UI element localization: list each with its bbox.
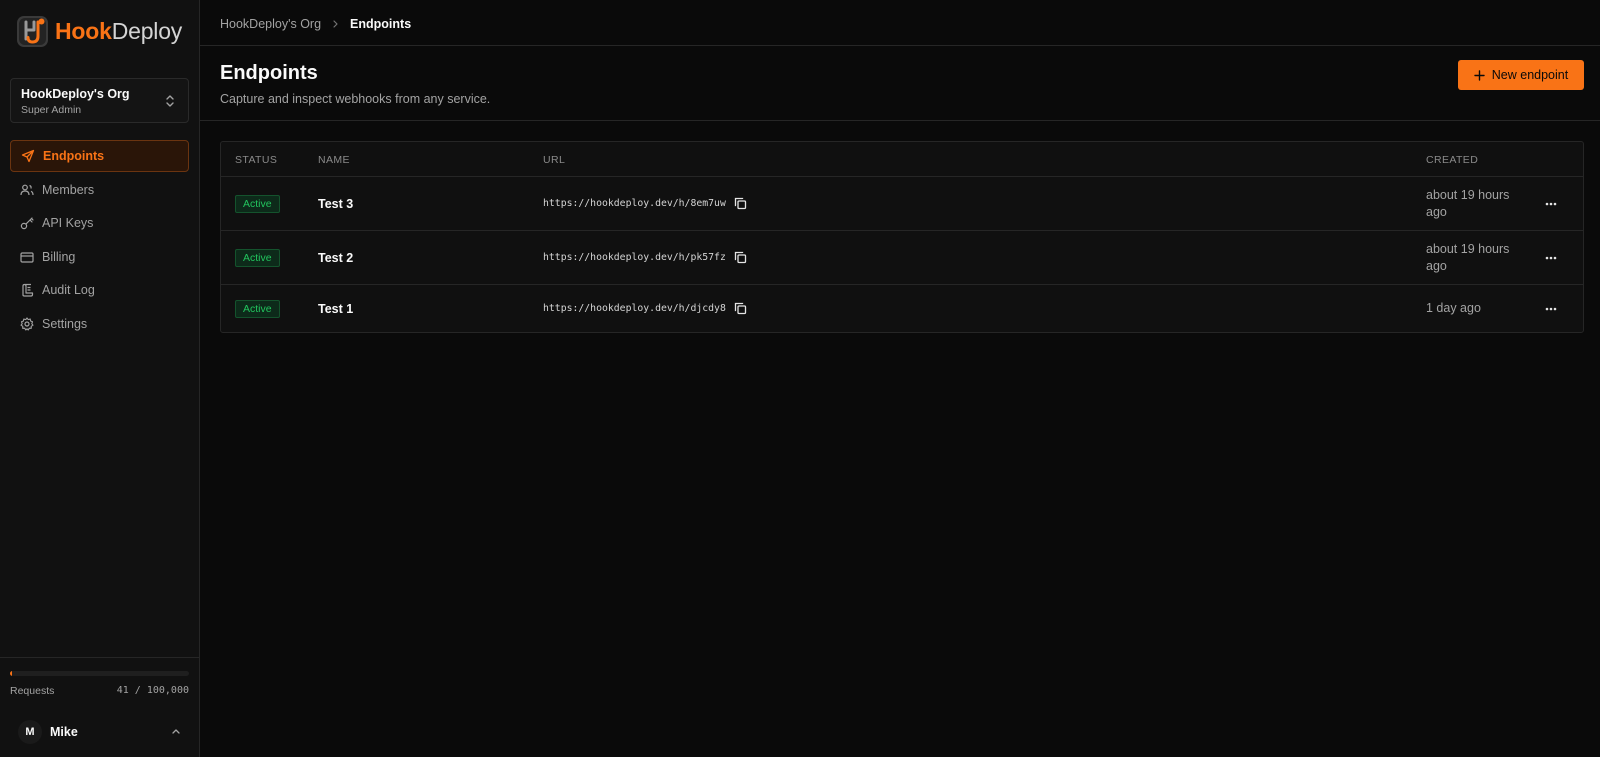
hookdeploy-logo-icon [17, 15, 48, 47]
breadcrumb: HookDeploy's Org Endpoints [220, 17, 411, 31]
endpoints-table: STATUS NAME URL CREATED Active Test 3 ht… [220, 141, 1584, 333]
usage-count: 41 / 100,000 [116, 685, 189, 696]
sidebar-item-label: Endpoints [43, 149, 105, 163]
endpoint-name[interactable]: Test 2 [318, 251, 353, 265]
breadcrumb-org-link[interactable]: HookDeploy's Org [220, 17, 321, 31]
send-icon [21, 149, 35, 163]
created-at: about 19 hours ago [1426, 242, 1510, 273]
chevron-right-icon [332, 19, 339, 29]
sidebar-nav: Endpoints Members API Keys Billing Audit… [10, 140, 189, 341]
chevrons-up-down-icon [166, 95, 174, 107]
created-at: 1 day ago [1426, 301, 1481, 315]
copy-icon[interactable] [734, 302, 747, 315]
created-at: about 19 hours ago [1426, 188, 1510, 219]
usage-meter: Requests 41 / 100,000 [10, 671, 189, 697]
status-badge: Active [235, 195, 280, 213]
status-badge: Active [235, 249, 280, 267]
chevron-up-icon [172, 729, 180, 734]
sidebar-item-billing[interactable]: Billing [10, 241, 189, 273]
copy-icon[interactable] [734, 251, 747, 264]
endpoint-url-text: https://hookdeploy.dev/h/8em7uw [543, 198, 726, 209]
usage-progress-fill [10, 671, 12, 676]
page-title: Endpoints [220, 62, 318, 84]
new-endpoint-button[interactable]: New endpoint [1458, 60, 1584, 90]
key-icon [20, 217, 34, 230]
user-name: Mike [50, 725, 78, 739]
sidebar-divider [0, 657, 199, 658]
scroll-icon [22, 283, 34, 297]
org-role: Super Admin [21, 104, 82, 116]
new-endpoint-label: New endpoint [1491, 68, 1569, 82]
column-header-status: STATUS [235, 154, 278, 166]
table-row[interactable]: Active Test 2 https://hookdeploy.dev/h/p… [221, 231, 1583, 285]
org-name: HookDeploy's Org [21, 87, 130, 101]
credit-card-icon [20, 251, 34, 263]
sidebar-item-label: Settings [42, 316, 88, 331]
endpoint-url: https://hookdeploy.dev/h/8em7uw [543, 197, 747, 210]
endpoint-url-text: https://hookdeploy.dev/h/djcdy8 [543, 303, 726, 314]
logo[interactable]: HookDeploy [16, 13, 182, 49]
sidebar-item-label: API Keys [42, 216, 94, 230]
more-actions-icon[interactable] [1541, 196, 1561, 212]
plus-icon [1474, 69, 1485, 81]
usage-progress-bar [10, 671, 189, 676]
sidebar-item-audit-log[interactable]: Audit Log [10, 274, 189, 306]
column-header-url: URL [543, 154, 566, 166]
table-row[interactable]: Active Test 1 https://hookdeploy.dev/h/d… [221, 285, 1583, 332]
endpoint-url-text: https://hookdeploy.dev/h/pk57fz [543, 252, 726, 263]
more-actions-icon[interactable] [1541, 250, 1561, 266]
table-header: STATUS NAME URL CREATED [221, 142, 1583, 177]
sidebar: HookDeploy HookDeploy's Org Super Admin … [0, 0, 200, 757]
org-switcher[interactable]: HookDeploy's Org Super Admin [10, 78, 189, 123]
sidebar-item-label: Members [42, 182, 95, 197]
logo-wordmark: HookDeploy [55, 18, 182, 45]
more-actions-icon[interactable] [1541, 301, 1561, 317]
topbar: HookDeploy's Org Endpoints [200, 0, 1600, 46]
user-menu[interactable]: M Mike [10, 719, 189, 745]
table-row[interactable]: Active Test 3 https://hookdeploy.dev/h/8… [221, 177, 1583, 231]
avatar: M [18, 720, 42, 744]
users-icon [20, 184, 34, 195]
sidebar-item-api-keys[interactable]: API Keys [10, 207, 189, 239]
endpoint-name[interactable]: Test 3 [318, 197, 353, 211]
sidebar-item-label: Billing [42, 249, 76, 264]
endpoint-name[interactable]: Test 1 [318, 302, 353, 316]
gear-icon [20, 316, 34, 331]
copy-icon[interactable] [734, 197, 747, 210]
breadcrumb-current: Endpoints [350, 17, 412, 31]
usage-label: Requests [10, 685, 55, 697]
status-badge: Active [235, 300, 280, 318]
logo-hook-text: Hook [55, 17, 112, 44]
endpoint-url: https://hookdeploy.dev/h/pk57fz [543, 251, 747, 264]
page-header: Endpoints Capture and inspect webhooks f… [200, 46, 1600, 121]
column-header-name: NAME [318, 154, 350, 166]
endpoint-url: https://hookdeploy.dev/h/djcdy8 [543, 302, 747, 315]
logo-deploy-text: Deploy [111, 17, 183, 44]
sidebar-item-settings[interactable]: Settings [10, 308, 189, 340]
sidebar-item-members[interactable]: Members [10, 174, 189, 206]
sidebar-item-endpoints[interactable]: Endpoints [10, 140, 189, 172]
page-subtitle: Capture and inspect webhooks from any se… [220, 92, 491, 106]
column-header-created: CREATED [1426, 154, 1479, 166]
sidebar-item-label: Audit Log [42, 283, 95, 297]
